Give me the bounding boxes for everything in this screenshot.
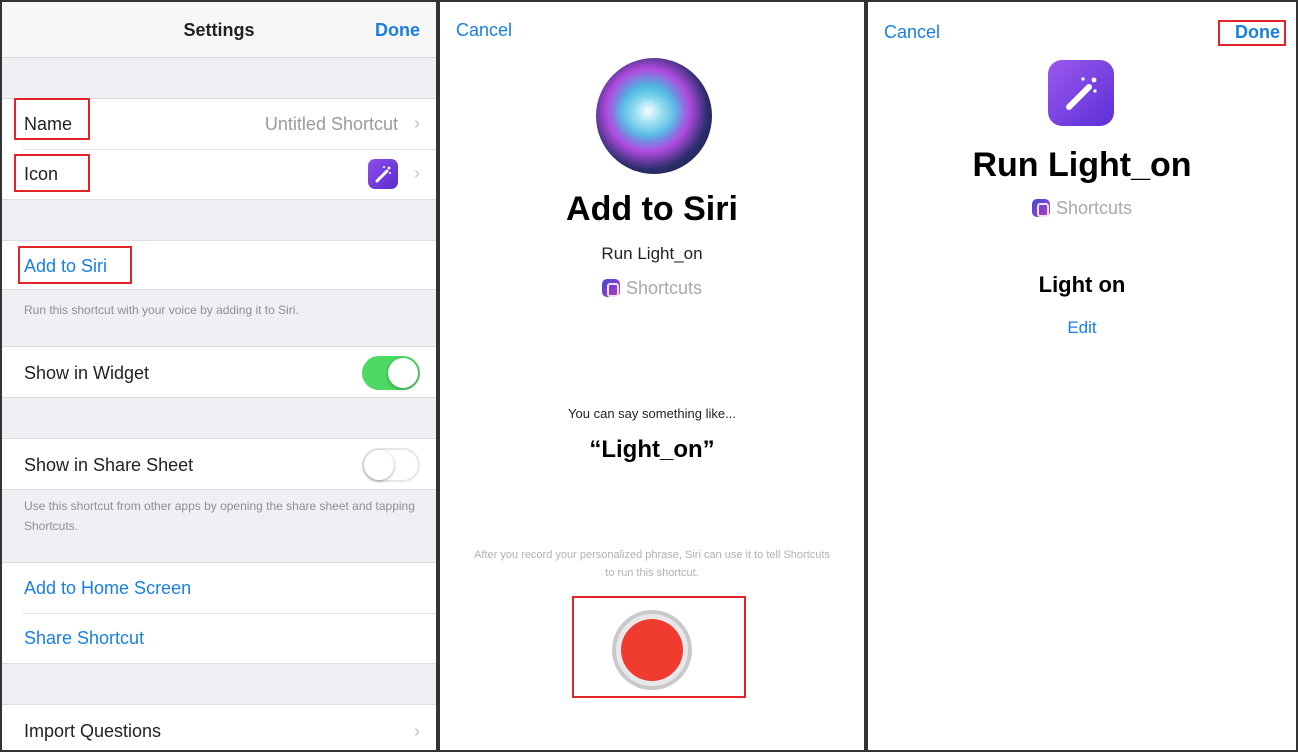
import-group: Import Questions › — [2, 704, 436, 750]
highlight-record — [572, 596, 746, 698]
share-shortcut-row[interactable]: Share Shortcut — [2, 613, 436, 663]
shortcuts-app-icon — [601, 279, 620, 297]
add-to-siri-footnote: Run this shortcut with your voice by add… — [24, 303, 299, 317]
show-in-widget-toggle[interactable] — [362, 356, 420, 390]
say-hint: You can say something like... — [568, 406, 736, 421]
cancel-button[interactable]: Cancel — [884, 22, 940, 43]
import-questions-label: Import Questions — [24, 721, 162, 741]
toggle-knob — [388, 358, 418, 388]
widget-group: Show in Widget — [2, 346, 436, 398]
show-in-widget-label: Show in Widget — [24, 363, 150, 383]
shortcuts-app-icon — [1031, 199, 1050, 217]
done-button[interactable]: Done — [375, 20, 420, 41]
share-sheet-footnote: Use this shortcut from other apps by ope… — [24, 499, 415, 533]
add-to-siri-title: Add to Siri — [566, 190, 738, 228]
app-name: Shortcuts — [1055, 198, 1133, 218]
add-home-screen-row[interactable]: Add to Home Screen — [2, 563, 436, 613]
show-in-share-sheet-toggle[interactable] — [362, 448, 420, 482]
highlight-add-to-siri — [18, 246, 132, 284]
name-value: Untitled Shortcut — [264, 114, 398, 134]
share-group: Add to Home Screen Share Shortcut — [2, 562, 436, 664]
show-in-widget-row: Show in Widget — [2, 347, 436, 399]
highlight-name — [14, 98, 90, 140]
highlight-done — [1218, 20, 1286, 46]
import-questions-row[interactable]: Import Questions › — [2, 705, 436, 750]
magic-wand-icon — [1048, 60, 1114, 126]
chevron-right-icon: › — [414, 113, 420, 133]
show-in-share-sheet-label: Show in Share Sheet — [24, 455, 194, 475]
confirm-panel: Cancel Done Run Light_on Shortcuts Light… — [868, 2, 1296, 750]
add-home-screen-link[interactable]: Add to Home Screen — [24, 578, 191, 599]
add-to-siri-panel: Cancel Add to Siri Run Light_on Shortcut… — [440, 2, 864, 750]
highlight-icon — [14, 154, 90, 192]
app-source: Shortcuts — [440, 278, 864, 299]
edit-button[interactable]: Edit — [868, 318, 1296, 338]
record-info: After you record your personalized phras… — [474, 549, 830, 579]
recorded-phrase: Light on — [1038, 272, 1126, 297]
cancel-button[interactable]: Cancel — [456, 20, 512, 41]
chevron-right-icon: › — [414, 721, 420, 741]
share-sheet-group: Show in Share Sheet — [2, 438, 436, 490]
toggle-knob — [364, 450, 394, 480]
show-in-share-sheet-row: Show in Share Sheet — [2, 439, 436, 491]
confirm-title: Run Light_on — [972, 146, 1192, 184]
settings-panel: Settings Done Name Untitled Shortcut › I… — [2, 2, 436, 750]
siri-orb-icon — [596, 58, 712, 174]
settings-title: Settings — [183, 20, 255, 40]
chevron-right-icon: › — [414, 163, 420, 183]
settings-navbar: Settings Done — [2, 2, 436, 58]
share-shortcut-link[interactable]: Share Shortcut — [24, 628, 144, 649]
shortcut-name: Run Light_on — [601, 244, 703, 263]
app-name: Shortcuts — [625, 278, 703, 298]
app-source: Shortcuts — [868, 198, 1296, 219]
suggested-phrase: “Light_on” — [589, 436, 715, 463]
magic-wand-icon — [368, 159, 398, 189]
